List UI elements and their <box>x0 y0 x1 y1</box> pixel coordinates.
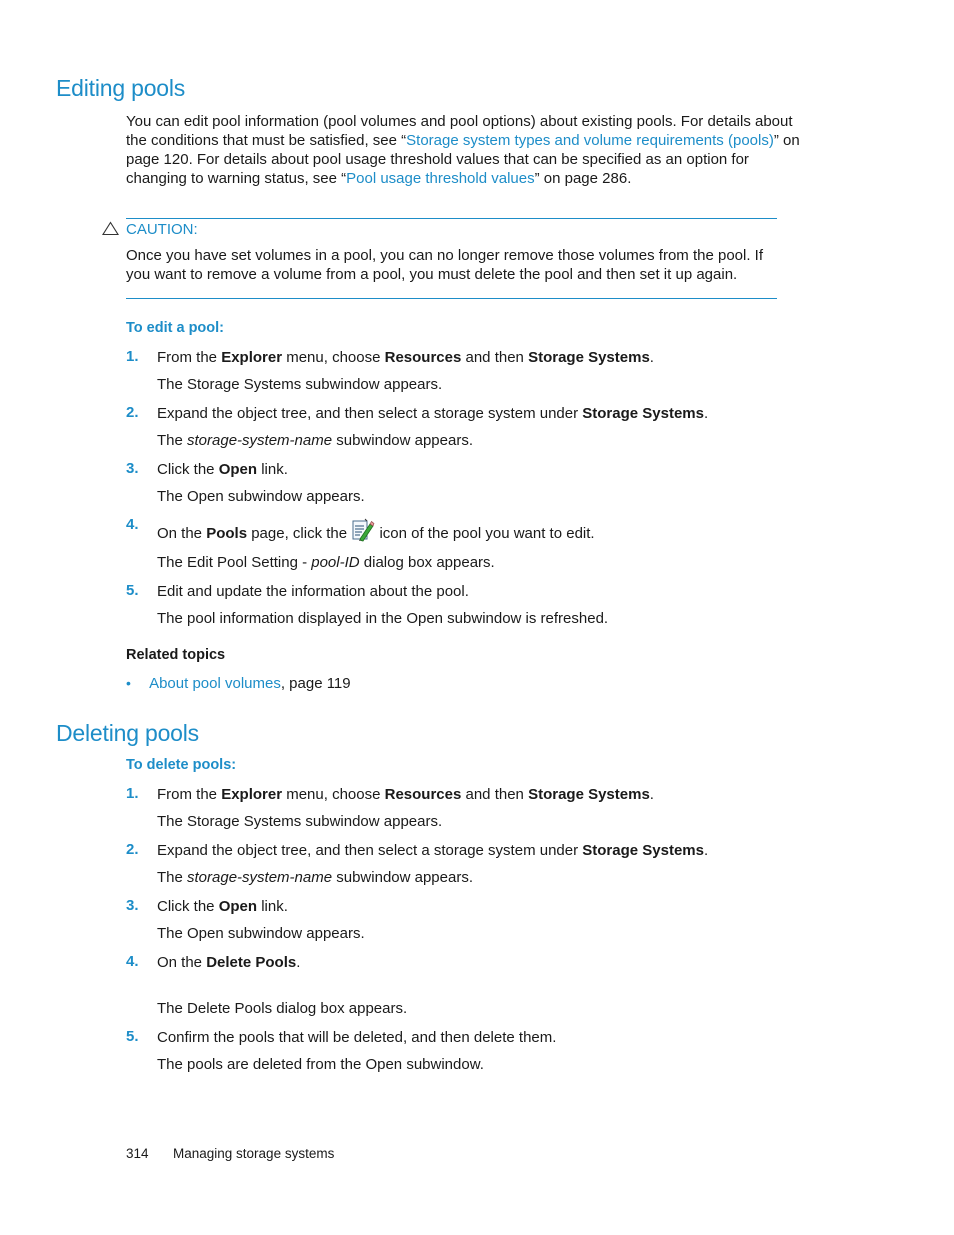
link-about-pool-volumes[interactable]: About pool volumes <box>149 675 281 692</box>
step-number: 4. <box>126 516 139 533</box>
step-number: 3. <box>126 897 139 914</box>
step-number: 1. <box>126 348 139 365</box>
step-result: The Open subwindow appears. <box>157 925 365 942</box>
step-number: 2. <box>126 404 139 421</box>
caution-bottom-rule <box>126 298 777 299</box>
step-result: The storage-system-name subwindow appear… <box>157 432 473 449</box>
step-result: The pools are deleted from the Open subw… <box>157 1056 484 1073</box>
step-text: Click the Open link. <box>157 898 288 915</box>
step-text: On the Pools page, click the icon of the… <box>157 518 595 543</box>
step-number: 5. <box>126 1028 139 1045</box>
editing-intro-paragraph: You can edit pool information (pool volu… <box>126 112 806 188</box>
step-number: 4. <box>126 953 139 970</box>
step-text: From the Explorer menu, choose Resources… <box>157 786 654 803</box>
related-topic-item: • About pool volumes, page 119 <box>126 675 351 692</box>
link-storage-system-types[interactable]: Storage system types and volume requirem… <box>406 132 774 149</box>
chapter-title: Managing storage systems <box>173 1146 335 1161</box>
caution-label: CAUTION: <box>126 221 198 238</box>
caution-text: Once you have set volumes in a pool, you… <box>126 247 764 283</box>
page-number: 314 <box>126 1146 149 1161</box>
section-title-editing-pools: Editing pools <box>56 75 186 101</box>
bullet-icon: • <box>126 675 131 691</box>
step-text: Confirm the pools that will be deleted, … <box>157 1029 557 1046</box>
step-text: On the Delete Pools. <box>157 954 301 971</box>
intro-text: ” on page 286. <box>534 170 632 187</box>
step-result: The Storage Systems subwindow appears. <box>157 813 443 830</box>
section-title-deleting-pools: Deleting pools <box>56 720 199 746</box>
step-number: 2. <box>126 841 139 858</box>
step-result: The Storage Systems subwindow appears. <box>157 376 443 393</box>
step-text: From the Explorer menu, choose Resources… <box>157 349 654 366</box>
step-text: Expand the object tree, and then select … <box>157 405 709 422</box>
step-result: The storage-system-name subwindow appear… <box>157 869 473 886</box>
procedure-title-edit: To edit a pool: <box>126 320 224 336</box>
procedure-title-delete: To delete pools: <box>126 757 237 773</box>
related-topics-heading: Related topics <box>126 647 226 663</box>
step-text: Edit and update the information about th… <box>157 583 469 600</box>
step-result: The pool information displayed in the Op… <box>157 610 609 627</box>
step-result: The Open subwindow appears. <box>157 488 365 505</box>
edit-pool-icon <box>351 518 375 542</box>
step-text: Expand the object tree, and then select … <box>157 842 709 859</box>
link-pool-usage-threshold[interactable]: Pool usage threshold values <box>346 170 534 187</box>
step-result: The Delete Pools dialog box appears. <box>157 1000 408 1017</box>
step-text: Click the Open link. <box>157 461 288 478</box>
step-number: 3. <box>126 460 139 477</box>
step-number: 1. <box>126 785 139 802</box>
step-number: 5. <box>126 582 139 599</box>
step-result: The Edit Pool Setting - pool-ID dialog b… <box>157 554 495 571</box>
related-topic-page: , page 119 <box>280 675 351 692</box>
warning-triangle-icon <box>102 221 119 236</box>
caution-top-rule <box>126 218 777 219</box>
